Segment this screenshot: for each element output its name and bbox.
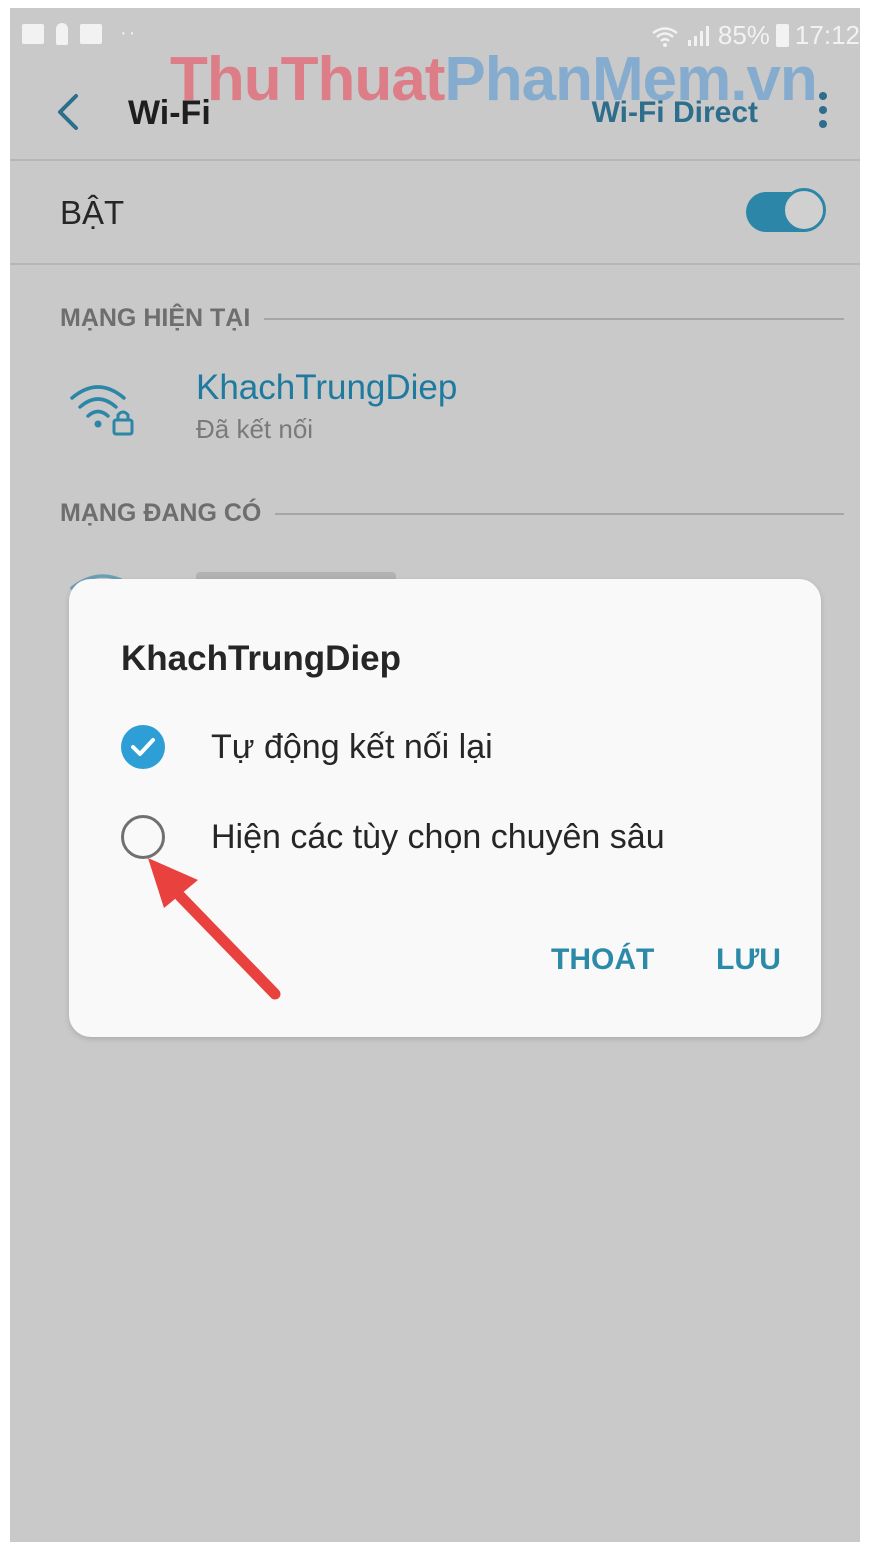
wifi-switch-label: BẬT [60,194,125,231]
phone-screen: ·· 85% 17:12 ThuThuatPhanMem.vn Wi-Fi Wi… [10,8,860,1542]
divider [10,159,860,161]
wifi-direct-button[interactable]: Wi-Fi Direct [592,96,758,130]
wifi-lock-icon [70,385,134,436]
app-bar: Wi-Fi Wi-Fi Direct [10,64,860,159]
section-line [264,317,844,320]
divider [10,263,860,265]
more-dots-icon: ·· [120,22,138,44]
cancel-button[interactable]: THOÁT [551,943,654,977]
section-label: MẠNG ĐANG CÓ [60,499,262,527]
section-current-network: MẠNG HIỆN TẠI [60,304,844,333]
wifi-toggle[interactable] [746,188,826,234]
save-button[interactable]: LƯU [716,943,781,977]
option-label: Tự động kết nối lại [211,727,493,766]
flipboard-icon [80,23,102,44]
back-arrow-icon[interactable] [50,90,86,134]
section-available-networks: MẠNG ĐANG CÓ [60,499,844,528]
red-arrow-icon [148,858,281,1000]
notification-icons: ·· [22,22,137,45]
key-icon [56,22,68,45]
page-title: Wi-Fi [128,94,211,132]
option-auto-reconnect[interactable]: Tự động kết nối lại [121,725,493,769]
section-label: MẠNG HIỆN TẠI [60,304,251,332]
more-options-icon[interactable] [816,90,830,130]
current-network-status: Đã kết nối [196,414,314,444]
dialog-title: KhachTrungDiep [121,639,402,678]
current-network-name[interactable]: KhachTrungDiep [196,368,457,408]
gallery-icon [22,23,44,44]
section-line [275,512,844,515]
checkmark-icon [131,738,155,756]
toggle-knob [782,188,826,232]
checkbox-checked[interactable] [121,725,165,769]
